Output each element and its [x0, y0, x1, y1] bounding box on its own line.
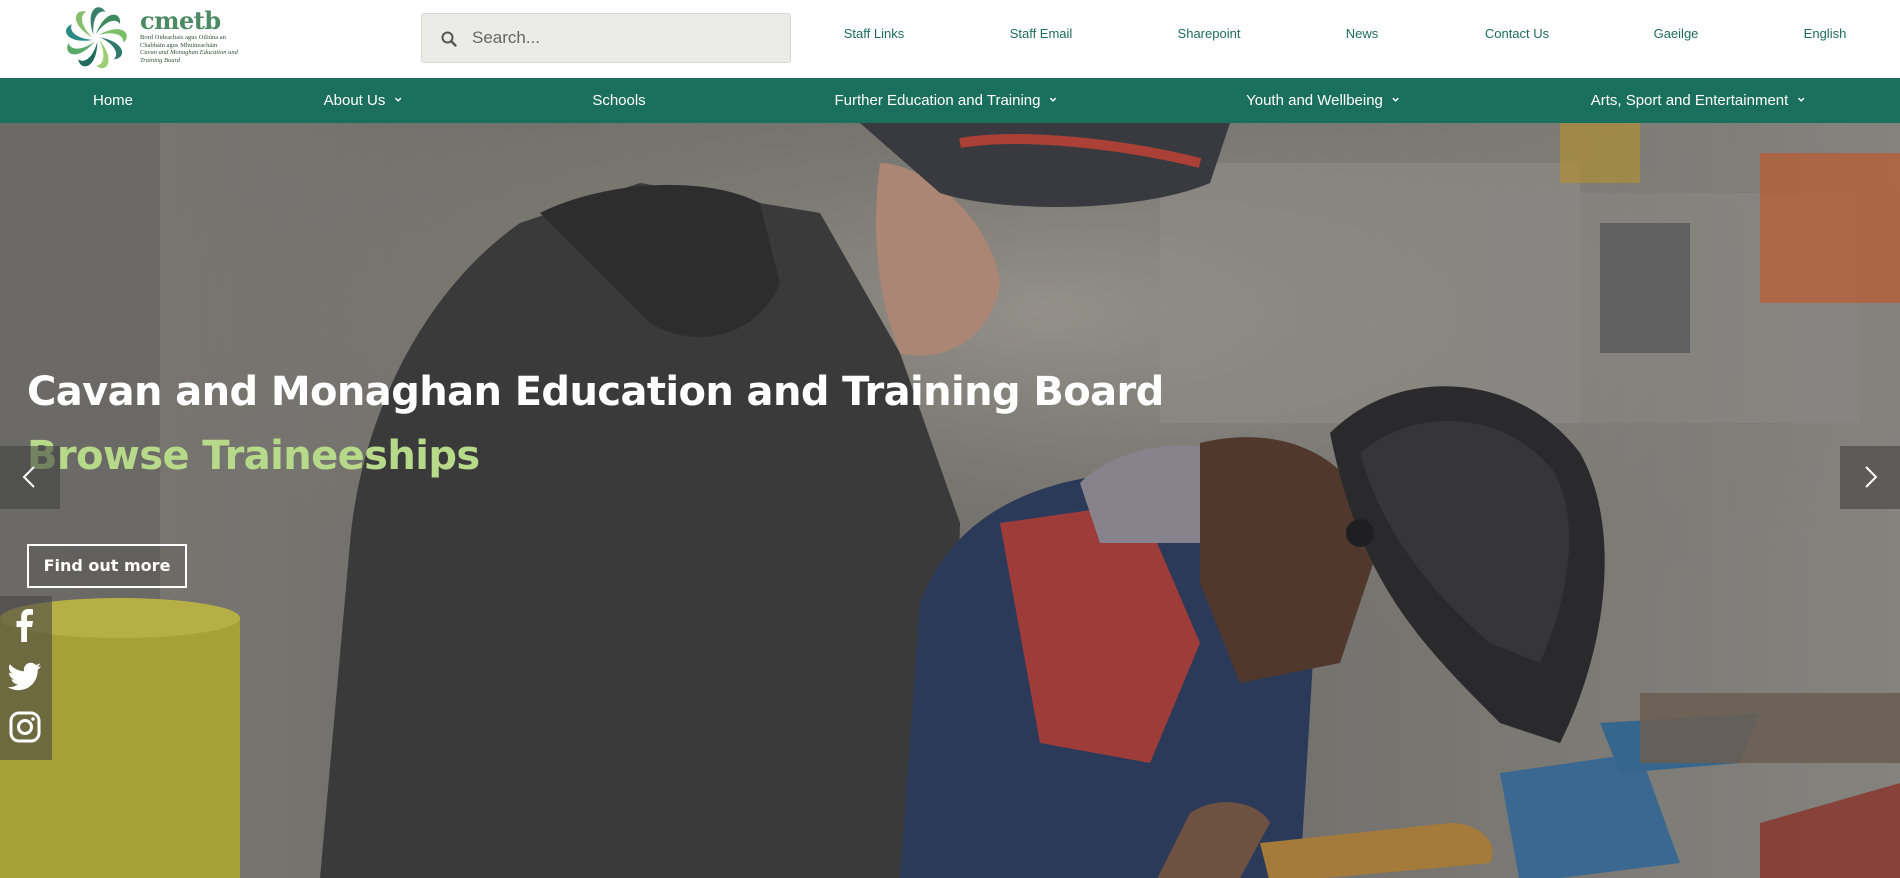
hero-slider: Cavan and Monaghan Education and Trainin…	[0, 123, 1900, 878]
main-nav: Home About Us Schools Further Education …	[0, 78, 1900, 123]
twitter-icon[interactable]	[8, 659, 42, 693]
chevron-left-icon	[22, 466, 35, 488]
top-link-gaeilge[interactable]: Gaeilge	[1654, 26, 1699, 41]
site-header: cmetb Bord Oideachais agus Oiliúna an Ch…	[0, 0, 1900, 78]
nav-item-arts-sport[interactable]: Arts, Sport and Entertainment	[1591, 78, 1806, 123]
instagram-icon[interactable]	[8, 710, 42, 744]
nav-item-schools[interactable]: Schools	[592, 78, 645, 123]
top-link-contact-us[interactable]: Contact Us	[1485, 26, 1549, 41]
top-link-staff-email[interactable]: Staff Email	[1010, 26, 1073, 41]
nav-item-label: About Us	[323, 92, 386, 109]
top-link-sharepoint[interactable]: Sharepoint	[1178, 26, 1241, 41]
top-links: Staff Links Staff Email Sharepoint News …	[0, 26, 1900, 48]
hero-title: Cavan and Monaghan Education and Trainin…	[27, 369, 1164, 415]
hero-overlay	[0, 123, 1900, 878]
slider-prev-button[interactable]	[0, 446, 60, 509]
nav-item-label: Further Education and Training	[834, 92, 1041, 109]
logo-english-name: Cavan and Monaghan Education and Trainin…	[140, 49, 238, 64]
nav-item-label: Schools	[592, 92, 646, 109]
nav-item-youth-wellbeing[interactable]: Youth and Wellbeing	[1246, 78, 1400, 123]
nav-item-about-us[interactable]: About Us	[324, 78, 403, 123]
chevron-down-icon	[1392, 97, 1399, 102]
hero-subtitle: Browse Traineeships	[27, 433, 480, 479]
nav-item-label: Home	[92, 92, 134, 109]
chevron-down-icon	[1797, 97, 1805, 102]
top-link-english[interactable]: English	[1804, 26, 1847, 41]
nav-item-label: Youth and Wellbeing	[1246, 92, 1383, 109]
nav-item-label: Arts, Sport and Entertainment	[1590, 92, 1789, 109]
top-link-news[interactable]: News	[1346, 26, 1379, 41]
facebook-icon[interactable]	[8, 608, 42, 642]
nav-item-home[interactable]: Home	[93, 78, 133, 123]
chevron-right-icon	[1865, 466, 1878, 488]
social-bar	[0, 596, 52, 760]
slider-next-button[interactable]	[1840, 446, 1900, 509]
chevron-down-icon	[1049, 97, 1057, 102]
top-link-staff-links[interactable]: Staff Links	[844, 26, 904, 41]
nav-item-further-education[interactable]: Further Education and Training	[835, 78, 1058, 123]
find-out-more-button[interactable]: Find out more	[27, 544, 187, 588]
chevron-down-icon	[394, 97, 402, 102]
